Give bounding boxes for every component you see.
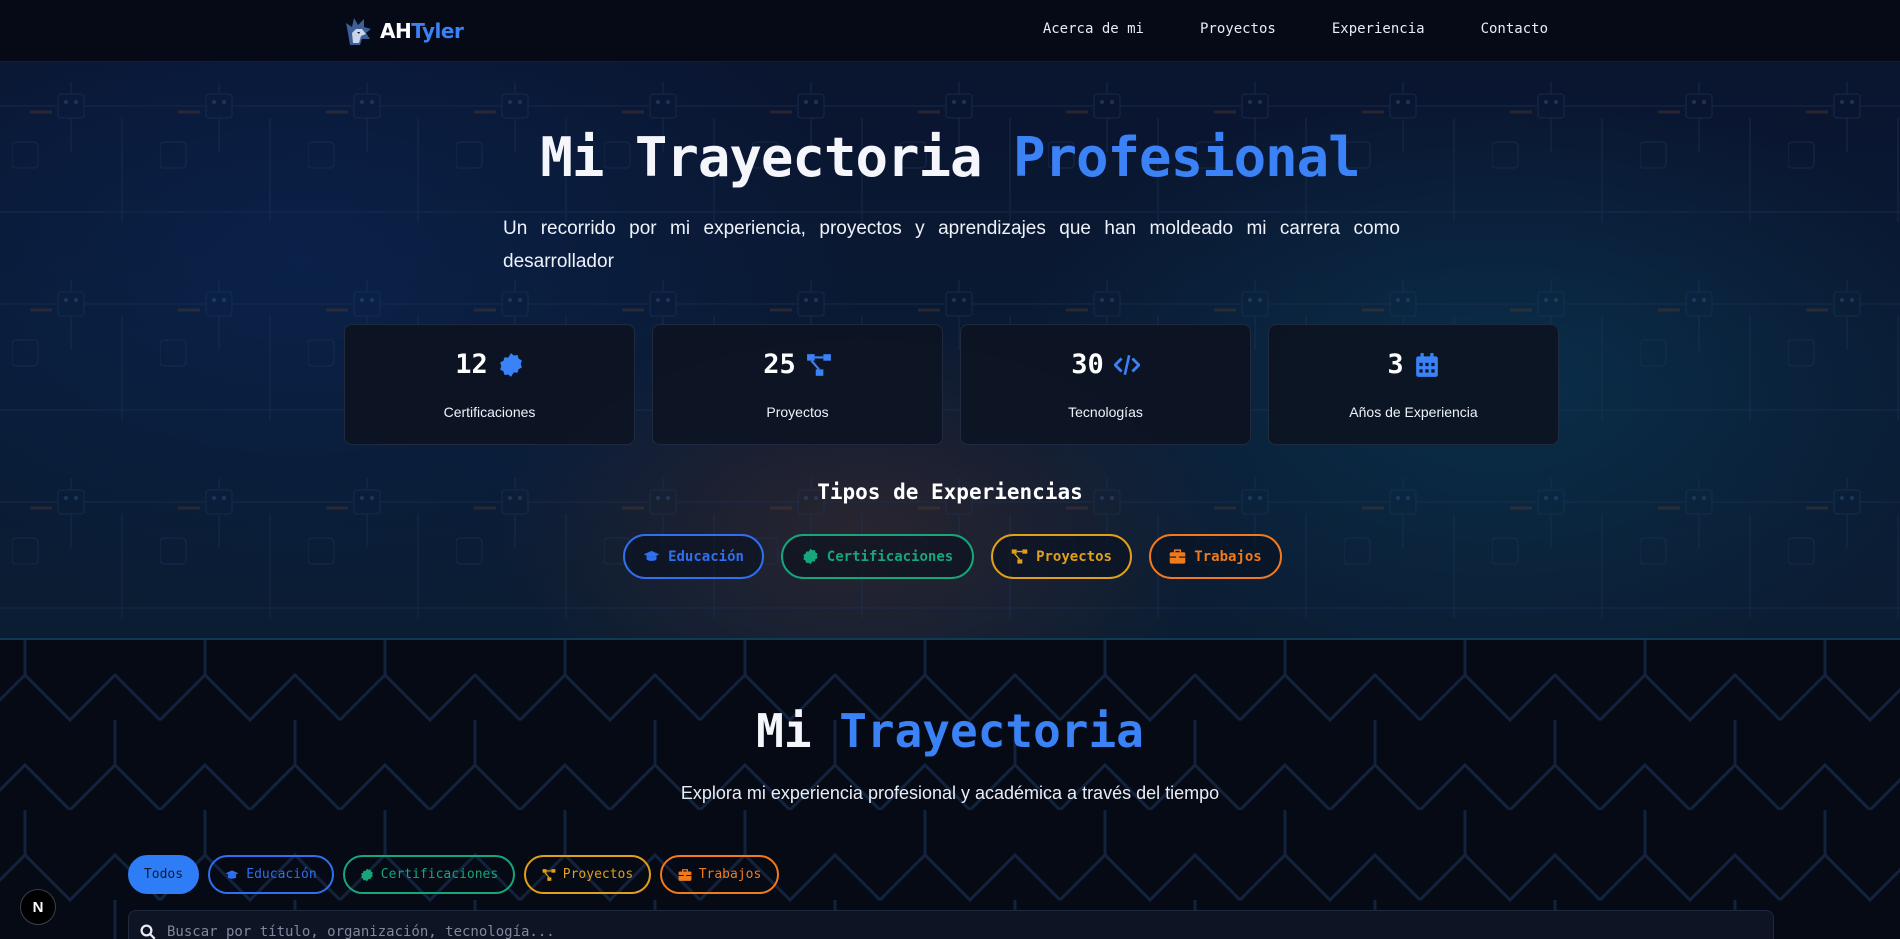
- nav-link-contacto[interactable]: Contacto: [1481, 21, 1548, 37]
- timeline-filters: Todos Educación Certificaciones Proyecto…: [128, 855, 779, 894]
- brand-logo-link[interactable]: AHTyler: [344, 13, 464, 49]
- type-pill-certificaciones[interactable]: Certificaciones: [781, 534, 974, 579]
- filter-todos-button[interactable]: Todos: [128, 855, 199, 894]
- hero-title-highlight: Profesional: [1013, 126, 1361, 189]
- types-title: Tipos de Experiencias: [817, 480, 1083, 504]
- graduation-cap-icon: [643, 550, 660, 561]
- timeline-title: Mi Trayectoria: [0, 704, 1900, 758]
- timeline-title-main: Mi: [756, 704, 840, 758]
- filter-label: Educación: [246, 867, 317, 882]
- filter-proyectos-button[interactable]: Proyectos: [524, 855, 651, 894]
- type-pill-label: Proyectos: [1036, 548, 1112, 565]
- type-pill-trabajos[interactable]: Trabajos: [1149, 534, 1282, 579]
- graduation-cap-icon: [225, 869, 239, 879]
- stat-card-tecnologias: 30 Tecnologías: [960, 324, 1251, 445]
- hero-section: Mi Trayectoria Profesional Un recorrido …: [0, 62, 1900, 640]
- filter-label: Proyectos: [562, 867, 634, 882]
- project-diagram-icon: [806, 353, 831, 376]
- nav-link-proyectos[interactable]: Proyectos: [1200, 21, 1276, 37]
- stat-label: Tecnologías: [1068, 404, 1143, 420]
- filter-certificaciones-button[interactable]: Certificaciones: [343, 855, 515, 894]
- stat-card-certificaciones: 12 Certificaciones: [344, 324, 635, 445]
- briefcase-icon: [678, 868, 692, 881]
- stat-value: 3: [1387, 349, 1404, 380]
- stat-value: 30: [1071, 349, 1104, 380]
- framework-dev-badge[interactable]: N: [20, 889, 56, 925]
- type-pill-proyectos[interactable]: Proyectos: [991, 534, 1132, 579]
- project-diagram-icon: [542, 868, 556, 881]
- type-pill-label: Certificaciones: [826, 548, 954, 565]
- stat-card-experiencia: 3 Años de Experiencia: [1268, 324, 1559, 445]
- type-pill-educacion[interactable]: Educación: [623, 534, 764, 579]
- search-icon: [140, 924, 156, 939]
- type-pill-label: Trabajos: [1194, 548, 1262, 565]
- hero-subtitle: Un recorrido por mi experiencia, proyect…: [503, 218, 1400, 272]
- code-icon: [1113, 354, 1140, 375]
- timeline-subtitle: Explora mi experiencia profesional y aca…: [680, 783, 1220, 803]
- type-pill-label: Educación: [668, 548, 744, 565]
- stat-value: 25: [763, 349, 796, 380]
- search-bar: [128, 910, 1774, 939]
- filter-label: Trabajos: [698, 867, 762, 882]
- timeline-title-highlight: Trayectoria: [839, 704, 1144, 758]
- nav-link-experiencia[interactable]: Experiencia: [1332, 21, 1425, 37]
- brand-name-first: AH: [380, 19, 412, 43]
- filter-educacion-button[interactable]: Educación: [208, 855, 334, 894]
- brand-name-second: Tyler: [411, 19, 464, 43]
- wolf-logo-icon: [346, 18, 371, 45]
- nav-links: Acerca de mi Proyectos Experiencia Conta…: [1043, 21, 1548, 37]
- type-pills: Educación Certificaciones Proyectos Trab…: [623, 534, 1282, 579]
- stat-label: Proyectos: [766, 404, 829, 420]
- navbar: AHTyler Acerca de mi Proyectos Experienc…: [0, 0, 1900, 62]
- filter-label: Todos: [143, 867, 184, 882]
- filter-trabajos-button[interactable]: Trabajos: [660, 855, 779, 894]
- stat-value: 12: [455, 349, 488, 380]
- badge-icon: [360, 868, 373, 881]
- filter-label: Certificaciones: [380, 867, 499, 882]
- framework-badge-letter: N: [32, 898, 44, 916]
- search-input[interactable]: [167, 924, 1773, 939]
- nav-link-acerca[interactable]: Acerca de mi: [1043, 21, 1144, 37]
- stat-label: Certificaciones: [443, 404, 536, 420]
- stat-label: Años de Experiencia: [1349, 404, 1478, 420]
- badge-icon: [803, 548, 818, 565]
- brand-name: AHTyler: [380, 19, 464, 43]
- project-diagram-icon: [1011, 549, 1028, 564]
- stats-row: 12 Certificaciones 25 Proyectos 30 Tecno…: [344, 324, 1559, 445]
- calendar-icon: [1415, 352, 1438, 377]
- hero-title-main: Mi Trayectoria: [540, 126, 1014, 189]
- timeline-section: Mi Trayectoria Explora mi experiencia pr…: [0, 640, 1900, 939]
- briefcase-icon: [1169, 549, 1186, 564]
- stat-card-proyectos: 25 Proyectos: [652, 324, 943, 445]
- badge-icon: [499, 352, 522, 377]
- hero-title: Mi Trayectoria Profesional: [0, 126, 1900, 189]
